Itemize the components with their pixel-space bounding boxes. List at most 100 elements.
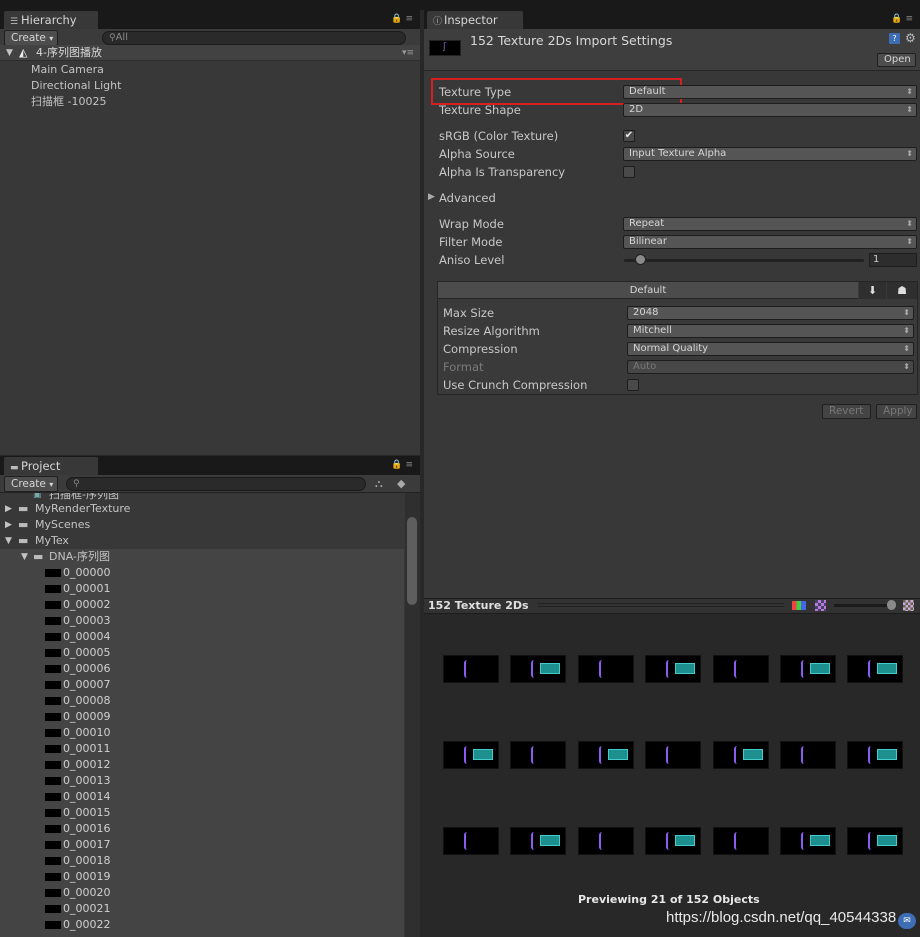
alpha-channel-icon[interactable] bbox=[815, 600, 826, 611]
hierarchy-search-input[interactable]: ⚲All bbox=[102, 31, 406, 45]
dna-figure-mark bbox=[734, 832, 740, 850]
hierarchy-item[interactable]: 扫描框 -10025 bbox=[0, 94, 420, 110]
texture-icon bbox=[45, 649, 61, 657]
alpha-transparency-checkbox[interactable] bbox=[623, 166, 635, 178]
list-item[interactable]: 0_00010 bbox=[0, 725, 404, 741]
list-item[interactable]: 0_00017 bbox=[0, 837, 404, 853]
list-item[interactable]: 0_00018 bbox=[0, 853, 404, 869]
project-panel: ▬ Project 🔒≡ Create ▾ ⚲ ⛬ ◆ ▣ 扫描框-序列图 ▶ ▬ My… bbox=[0, 456, 420, 937]
file-name: 0_00021 bbox=[63, 902, 111, 915]
list-item[interactable]: 0_00008 bbox=[0, 693, 404, 709]
list-item[interactable]: 0_00016 bbox=[0, 821, 404, 837]
project-create-button[interactable]: Create ▾ bbox=[4, 476, 58, 492]
scan-frame-mark bbox=[540, 663, 560, 674]
filter-mode-dropdown[interactable]: Bilinear ⬍ bbox=[623, 235, 917, 249]
hierarchy-tab-menu-icons[interactable]: 🔒≡ bbox=[391, 14, 416, 24]
advanced-foldout-label[interactable]: Advanced bbox=[439, 191, 496, 205]
mip-slider-thumb[interactable] bbox=[887, 600, 896, 610]
list-item[interactable]: 0_00002 bbox=[0, 597, 404, 613]
project-tab-menu-icons[interactable]: 🔒≡ bbox=[391, 460, 416, 470]
scene-menu-icon[interactable]: ▾≡ bbox=[402, 45, 414, 61]
tab-project[interactable]: ▬ Project bbox=[3, 456, 99, 475]
checker-toggle-icon[interactable] bbox=[903, 600, 914, 611]
list-item[interactable]: 0_00007 bbox=[0, 677, 404, 693]
scene-row[interactable]: ▼ ◭ 4-序列图播放 ▾≡ bbox=[0, 45, 420, 61]
dna-figure-mark bbox=[666, 746, 672, 764]
list-item[interactable]: 0_00005 bbox=[0, 645, 404, 661]
preview-title: 152 Texture 2Ds bbox=[428, 599, 529, 612]
project-tree: ▣ 扫描框-序列图 ▶ ▬ MyRenderTexture ▶ ▬ MyScenes ▼ ▬… bbox=[0, 493, 404, 937]
dna-figure-mark bbox=[531, 746, 537, 764]
inspector-tab-menu-icons[interactable]: 🔒≡ bbox=[891, 14, 916, 24]
aniso-slider-track[interactable] bbox=[624, 259, 864, 262]
project-search-input[interactable]: ⚲ bbox=[66, 477, 366, 491]
texture-icon bbox=[45, 825, 61, 833]
list-item[interactable]: 0_00006 bbox=[0, 661, 404, 677]
tab-hierarchy[interactable]: ☰ Hierarchy bbox=[3, 10, 99, 29]
scrollbar-thumb[interactable] bbox=[407, 517, 417, 605]
folder-row[interactable]: ▼ ▬ MyTex bbox=[0, 533, 404, 549]
gear-icon[interactable]: ⚙ bbox=[905, 31, 916, 45]
hierarchy-create-button[interactable]: Create ▾ bbox=[4, 30, 58, 46]
file-name: 0_00017 bbox=[63, 838, 111, 851]
list-item[interactable]: 0_00011 bbox=[0, 741, 404, 757]
format-label: Format bbox=[443, 360, 484, 374]
resize-algorithm-dropdown[interactable]: Mitchell ⬍ bbox=[627, 324, 914, 338]
list-item[interactable]: 0_00004 bbox=[0, 629, 404, 645]
srgb-checkbox[interactable]: ✔ bbox=[623, 130, 635, 142]
list-item[interactable]: 0_00020 bbox=[0, 885, 404, 901]
crunch-compression-label: Use Crunch Compression bbox=[443, 378, 588, 392]
preview-thumbnail bbox=[847, 741, 903, 769]
hierarchy-item[interactable]: Main Camera bbox=[0, 62, 420, 78]
texture-type-dropdown[interactable]: Default ⬍ bbox=[623, 85, 917, 99]
dna-figure-mark bbox=[666, 832, 672, 850]
list-item[interactable]: 0_00013 bbox=[0, 773, 404, 789]
mip-slider-track[interactable] bbox=[834, 604, 894, 607]
list-item[interactable]: 0_00021 bbox=[0, 901, 404, 917]
compression-dropdown[interactable]: Normal Quality ⬍ bbox=[627, 342, 914, 356]
texture-shape-dropdown[interactable]: 2D ⬍ bbox=[623, 103, 917, 117]
hierarchy-item[interactable]: Directional Light bbox=[0, 78, 420, 94]
list-item[interactable]: 0_00014 bbox=[0, 789, 404, 805]
advanced-foldout-icon[interactable]: ▶ bbox=[428, 192, 435, 202]
list-item[interactable]: 0_00000 bbox=[0, 565, 404, 581]
android-icon[interactable]: ☗ bbox=[887, 282, 917, 299]
tab-inspector[interactable]: ⓘ Inspector bbox=[426, 10, 524, 29]
folder-row[interactable]: ▼ ▬ DNA-序列图 bbox=[0, 549, 404, 565]
list-item[interactable]: 0_00001 bbox=[0, 581, 404, 597]
aniso-value-field[interactable]: 1 bbox=[869, 253, 917, 267]
filter-by-label-icon[interactable]: ◆ bbox=[397, 477, 405, 490]
list-item[interactable]: 0_00009 bbox=[0, 709, 404, 725]
open-button[interactable]: Open bbox=[877, 53, 916, 67]
platform-tab-default[interactable]: Default bbox=[438, 282, 858, 299]
rgb-channel-icon[interactable] bbox=[792, 601, 806, 610]
help-icon[interactable]: ? bbox=[889, 33, 900, 44]
crunch-compression-checkbox[interactable] bbox=[627, 379, 639, 391]
wrap-mode-dropdown[interactable]: Repeat ⬍ bbox=[623, 217, 917, 231]
revert-button[interactable]: Revert bbox=[822, 404, 871, 419]
alpha-source-dropdown[interactable]: Input Texture Alpha ⬍ bbox=[623, 147, 917, 161]
folder-row[interactable]: ▶ ▬ MyScenes bbox=[0, 517, 404, 533]
list-item[interactable]: 0_00015 bbox=[0, 805, 404, 821]
preview-thumbnail bbox=[443, 655, 499, 683]
texture-icon bbox=[45, 841, 61, 849]
texture-icon bbox=[45, 633, 61, 641]
file-list: 0_00000 0_00001 0_00002 0_00003 0_00004 0_000… bbox=[0, 565, 404, 937]
list-item[interactable]: 0_00003 bbox=[0, 613, 404, 629]
expand-triangle-icon[interactable]: ▼ bbox=[6, 45, 13, 61]
filter-by-type-icon[interactable]: ⛬ bbox=[375, 477, 383, 491]
apply-button[interactable]: Apply bbox=[876, 404, 917, 419]
project-scrollbar[interactable] bbox=[405, 493, 420, 937]
list-item[interactable]: 0_00012 bbox=[0, 757, 404, 773]
preview-thumbnail bbox=[713, 827, 769, 855]
folder-row[interactable]: ▶ ▬ MyRenderTexture bbox=[0, 501, 404, 517]
list-item[interactable]: 0_00022 bbox=[0, 917, 404, 933]
preview-thumbnail bbox=[578, 741, 634, 769]
max-size-dropdown[interactable]: 2048 ⬍ bbox=[627, 306, 914, 320]
list-item[interactable]: 0_00019 bbox=[0, 869, 404, 885]
texture-icon bbox=[45, 729, 61, 737]
aniso-slider-thumb[interactable] bbox=[635, 254, 646, 265]
dna-figure-mark bbox=[801, 746, 807, 764]
download-icon[interactable]: ⬇ bbox=[859, 282, 886, 299]
texture-icon bbox=[45, 873, 61, 881]
